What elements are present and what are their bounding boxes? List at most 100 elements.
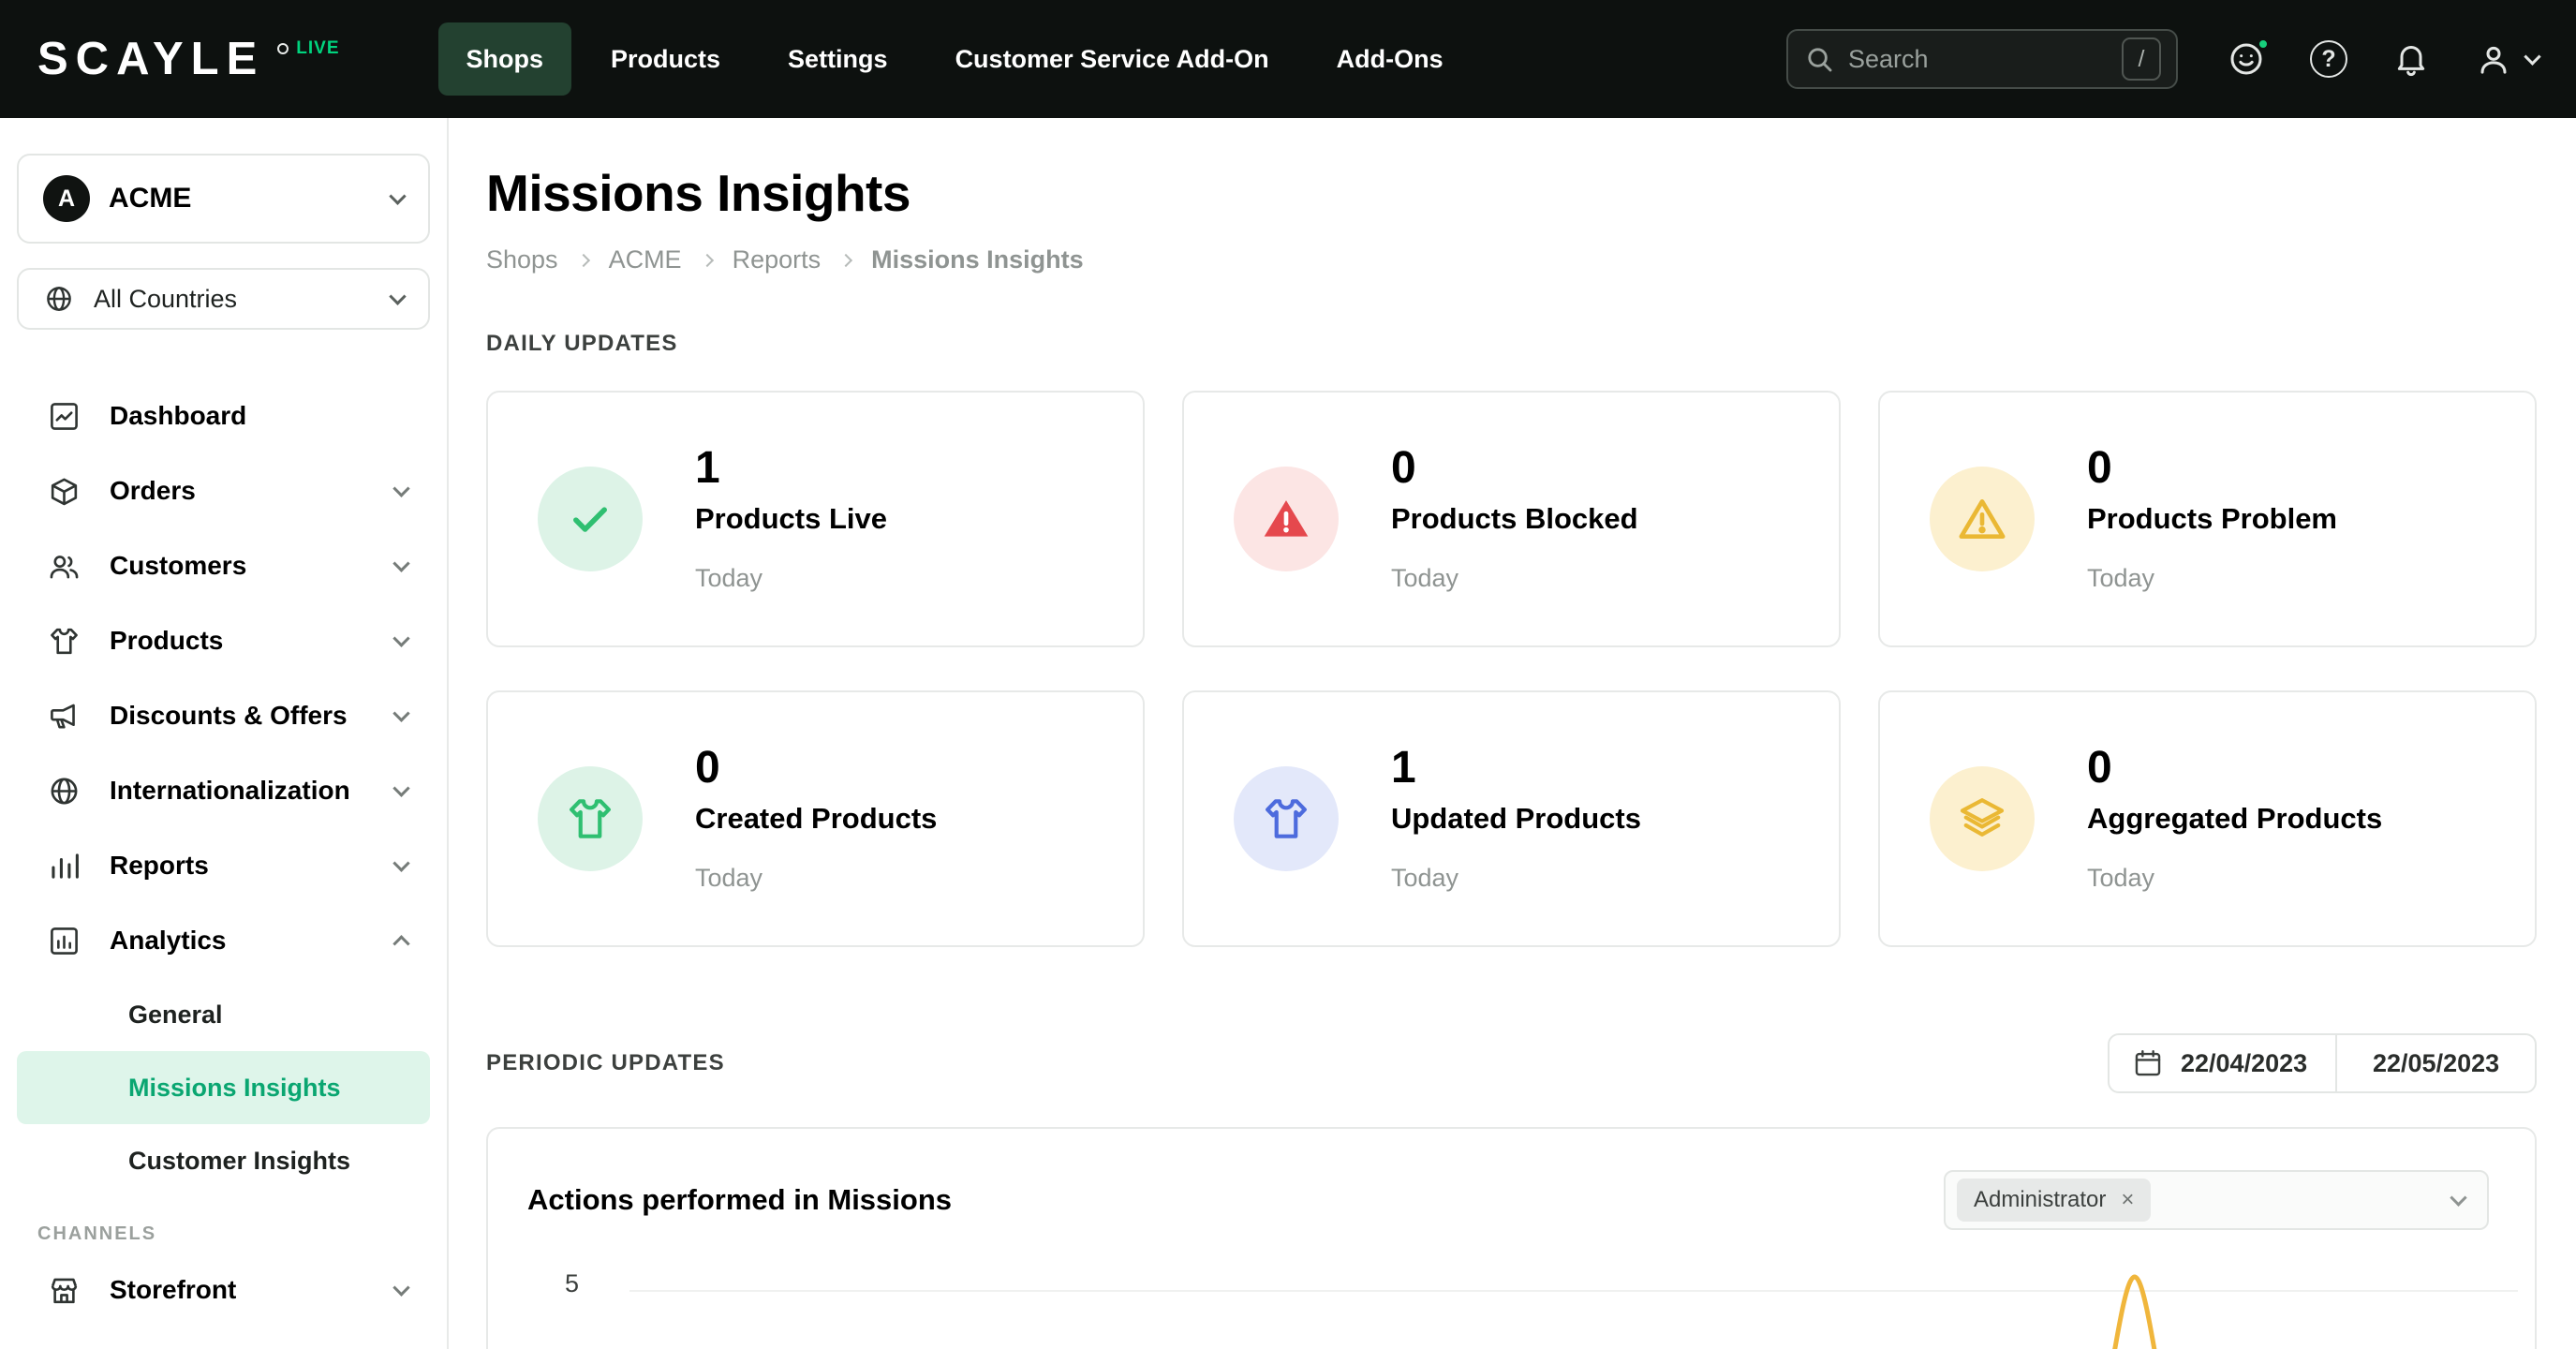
breadcrumb-shops[interactable]: Shops <box>486 245 558 274</box>
card-text: 1 Products Live Today <box>695 445 887 593</box>
sidebar-item-customers[interactable]: Customers <box>0 528 447 603</box>
topbar: SCAYLE LIVE Shops Products Settings Cust… <box>0 0 2576 118</box>
layers-icon <box>1930 766 2035 871</box>
sidebar-item-reports[interactable]: Reports <box>0 828 447 903</box>
sidebar-item-label: Products <box>110 626 224 655</box>
line-series-administrator <box>2112 1274 2157 1349</box>
card-aggregated-products: 0 Aggregated Products Today <box>1878 690 2537 947</box>
card-value: 0 <box>1391 442 1416 493</box>
date-from[interactable]: 22/04/2023 <box>2181 1049 2307 1078</box>
remove-tag-icon[interactable]: × <box>2121 1187 2134 1213</box>
sidebar-item-products[interactable]: Products <box>0 603 447 678</box>
bar-chart-icon <box>52 852 79 879</box>
country-selector[interactable]: All Countries <box>17 268 430 330</box>
filter-tag-administrator: Administrator × <box>1957 1179 2152 1222</box>
chevron-down-icon <box>392 704 410 722</box>
country-chevron-down-icon <box>389 287 407 305</box>
search-input[interactable] <box>1848 44 2109 74</box>
chevron-down-icon <box>392 629 410 647</box>
actions-chart-card: Actions performed in Missions Administra… <box>486 1127 2537 1349</box>
card-value: 0 <box>2087 742 2112 793</box>
sidebar-item-label: Dashboard <box>110 401 247 430</box>
sidebar-item-internationalization[interactable]: Internationalization <box>0 753 447 828</box>
nav-customer-service-addon[interactable]: Customer Service Add-On <box>927 22 1297 96</box>
date-to[interactable]: 22/05/2023 <box>2373 1049 2499 1078</box>
nav-addons[interactable]: Add-Ons <box>1309 22 1472 96</box>
sidebar-item-label: Analytics <box>110 926 227 955</box>
customers-icon <box>50 555 79 578</box>
sidebar-subitem-label: Missions Insights <box>128 1073 341 1102</box>
sidebar-item-orders[interactable]: Orders <box>0 453 447 528</box>
daily-cards-grid: 1 Products Live Today 0 Products Blocked… <box>486 391 2537 947</box>
channels-section-heading: CHANNELS <box>37 1223 157 1244</box>
chevron-up-icon <box>392 934 410 953</box>
nav-products[interactable]: Products <box>583 22 748 96</box>
shop-name: ACME <box>109 183 192 214</box>
breadcrumb-current: Missions Insights <box>871 245 1084 274</box>
chevron-down-icon <box>392 554 410 572</box>
chevron-right-icon <box>576 253 590 267</box>
card-subtext: Today <box>695 863 763 892</box>
date-range-picker[interactable]: 22/04/2023 22/05/2023 <box>2108 1033 2537 1093</box>
card-subtext: Today <box>2087 863 2155 892</box>
search-shortcut-key: / <box>2122 37 2161 81</box>
shop-selector[interactable]: A ACME <box>17 154 430 244</box>
feedback-smiley-icon[interactable] <box>2227 37 2270 79</box>
sidebar-item-storefront[interactable]: Storefront <box>0 1253 447 1327</box>
check-icon <box>538 467 643 571</box>
sidebar-subitem-general[interactable]: General <box>17 978 430 1051</box>
periodic-updates-row: PERIODIC UPDATES 22/04/2023 22/05/2023 <box>486 1033 2537 1093</box>
role-filter-select[interactable]: Administrator × <box>1944 1170 2489 1230</box>
dashboard-icon <box>51 402 78 430</box>
bell-icon[interactable] <box>2391 39 2431 79</box>
chevron-right-icon <box>700 253 714 267</box>
logo-text: SCAYLE <box>37 33 265 84</box>
chevron-down-icon <box>392 778 410 797</box>
filter-tag-label: Administrator <box>1974 1187 2107 1212</box>
breadcrumb-acme[interactable]: ACME <box>609 245 682 274</box>
user-chevron-down-icon <box>2524 47 2541 66</box>
chevron-down-icon <box>392 1278 410 1297</box>
sidebar-item-label: Orders <box>110 476 196 505</box>
card-label: Updated Products <box>1391 801 1641 835</box>
chevron-right-icon <box>839 253 853 267</box>
sidebar-item-label: Internationalization <box>110 776 350 805</box>
sidebar-item-analytics[interactable]: Analytics <box>0 903 447 978</box>
filter-chevron-down-icon <box>2450 1188 2467 1207</box>
live-ring-icon <box>277 42 289 54</box>
card-subtext: Today <box>1391 863 1459 892</box>
nav-shops[interactable]: Shops <box>437 22 572 96</box>
help-icon[interactable]: ? <box>2309 39 2348 79</box>
sidebar-subitem-missions-insights[interactable]: Missions Insights <box>17 1051 430 1124</box>
chart-plot-area: 5 <box>488 1269 2535 1349</box>
scayle-logo[interactable]: SCAYLE LIVE <box>37 33 340 84</box>
search-box[interactable]: / <box>1786 29 2178 89</box>
card-value: 0 <box>2087 442 2112 493</box>
sidebar-subitem-customer-insights[interactable]: Customer Insights <box>17 1124 430 1197</box>
sidebar-item-label: Customers <box>110 551 247 580</box>
periodic-updates-heading: PERIODIC UPDATES <box>486 1050 725 1075</box>
app-screen: SCAYLE LIVE Shops Products Settings Cust… <box>0 0 2576 1349</box>
card-products-live: 1 Products Live Today <box>486 391 1145 647</box>
card-label: Aggregated Products <box>2087 801 2383 835</box>
breadcrumb-reports[interactable]: Reports <box>733 245 822 274</box>
shop-chevron-down-icon <box>389 186 407 205</box>
page-title: Missions Insights <box>486 164 910 222</box>
card-created-products: 0 Created Products Today <box>486 690 1145 947</box>
card-text: 1 Updated Products Today <box>1391 742 1641 893</box>
card-value: 1 <box>1391 742 1416 793</box>
sidebar-subitem-label: Customer Insights <box>128 1146 351 1175</box>
nav-settings[interactable]: Settings <box>760 22 916 96</box>
main-nav: Shops Products Settings Customer Service… <box>437 22 1472 96</box>
sidebar-item-discounts-offers[interactable]: Discounts & Offers <box>0 678 447 753</box>
analytics-icon <box>51 927 78 955</box>
live-badge: LIVE <box>277 38 339 59</box>
user-menu[interactable] <box>2474 39 2541 79</box>
orders-icon <box>51 478 78 505</box>
card-subtext: Today <box>1391 563 1459 592</box>
chart-header: Actions performed in Missions Administra… <box>488 1129 2535 1230</box>
user-icon <box>2474 39 2513 79</box>
card-label: Products Live <box>695 501 887 535</box>
sidebar-subitem-label: General <box>128 1000 223 1029</box>
sidebar-item-dashboard[interactable]: Dashboard <box>0 378 447 453</box>
